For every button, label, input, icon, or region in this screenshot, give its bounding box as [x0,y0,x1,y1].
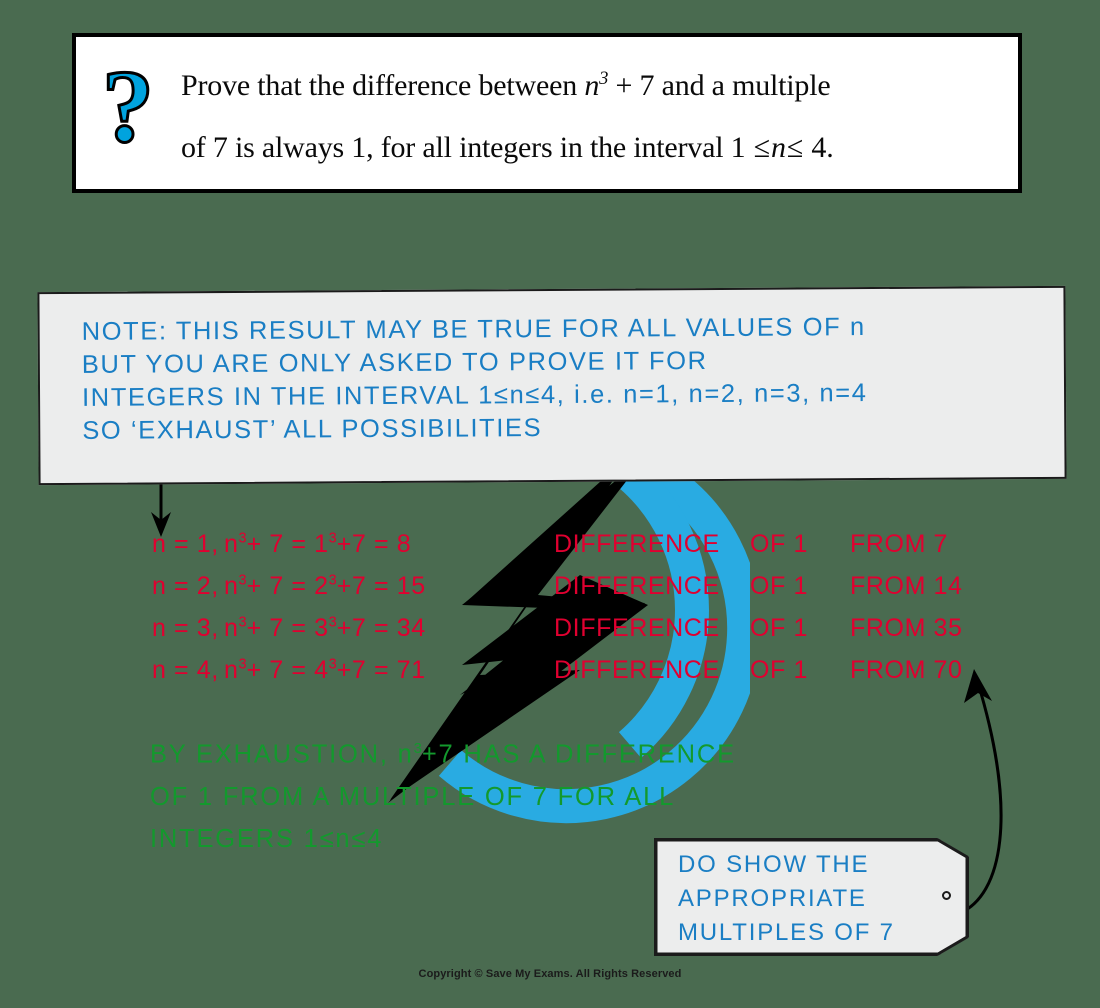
working-n-value: n = 4, [152,656,219,684]
working-of-value: OF 1 [750,572,808,600]
working-expression: n3+ 7 = 13+7 = 8 [224,530,554,559]
working-row: n = 3, n3+ 7 = 33+7 = 34 DIFFERENCE OF 1… [152,614,963,656]
note-line-4: SO ‘EXHAUST’ ALL POSSIBILITIES [82,414,543,445]
working-n-value: n = 2, [152,572,219,600]
conclusion-line-2: OF 1 FROM A MULTIPLE OF 7 FOR ALL [150,782,676,811]
expr-var: n [224,614,239,642]
working-row: n = 2, n3+ 7 = 23+7 = 15 DIFFERENCE OF 1… [152,572,963,614]
question-text: Prove that the difference between n3 + 7… [181,48,834,179]
question-line2-b: 4. [804,130,834,164]
working-of-value: OF 1 [750,614,808,642]
working-expression: n3+ 7 = 33+7 = 34 [224,614,554,643]
working-row: n = 4, n3+ 7 = 43+7 = 71 DIFFERENCE OF 1… [152,656,963,698]
conclusion-line1-a: BY EXHAUSTION, n [150,740,414,769]
working-difference-label: DIFFERENCE [554,656,720,684]
conclusion-line1-b: +7 HAS A DIFFERENCE [421,740,736,769]
expr-sup: 3 [238,572,247,589]
expr-sup2: 3 [328,530,337,547]
conclusion-text: BY EXHAUSTION, n3+7 HAS A DIFFERENCE OF … [150,728,736,860]
tag-line-1: DO SHOW THE [678,851,870,878]
tag-callout-box: DO SHOW THE APPROPRIATE MULTIPLES OF 7 [654,838,969,956]
expr-sup2: 3 [328,614,337,631]
expr-var: n [224,530,239,558]
expr-sup: 3 [238,530,247,547]
worked-example-page: ? Prove that the difference between n3 +… [0,0,1100,1008]
working-row: n = 1, n3+ 7 = 13+7 = 8 DIFFERENCE OF 1 … [152,530,963,572]
expr-end: +7 = 34 [336,614,426,642]
question-mark-icon: ? [101,48,164,169]
question-le-2: ≤ [786,130,804,164]
question-line1-b: + 7 and a multiple [608,68,831,102]
expr-end: +7 = 71 [336,656,426,684]
working-difference-label: DIFFERENCE [554,614,720,642]
question-le-1: ≤ [753,130,771,164]
tag-line-2: APPROPRIATE [678,885,867,912]
working-difference-label: DIFFERENCE [554,530,720,558]
expr-sup: 3 [238,656,247,673]
working-of-value: OF 1 [750,530,808,558]
question-line2-a: of 7 is always 1, for all integers in th… [181,130,753,164]
tag-text: DO SHOW THE APPROPRIATE MULTIPLES OF 7 [678,848,928,950]
svg-text:?: ? [102,59,154,164]
question-line1-sup: 3 [599,67,609,89]
expr-var: n [224,656,239,684]
working-expression: n3+ 7 = 23+7 = 15 [224,572,554,601]
working-n-value: n = 3, [152,614,219,642]
question-line1-a: Prove that the difference between [181,68,585,102]
question-box: ? Prove that the difference between n3 +… [72,33,1022,193]
working-n-value: n = 1, [152,530,219,558]
note-box: NOTE: THIS RESULT MAY BE TRUE FOR ALL VA… [37,285,1067,486]
tag-eyelet-icon [942,891,951,900]
working-of-value: OF 1 [750,656,808,684]
expr-mid: + 7 = 2 [246,572,329,600]
expr-mid: + 7 = 3 [246,614,329,642]
tag-line-3: MULTIPLES OF 7 [678,919,895,946]
expr-mid: + 7 = 4 [246,656,329,684]
conclusion-line-3: INTEGERS 1≤n≤4 [150,824,384,853]
expr-mid: + 7 = 1 [246,530,329,558]
expr-var: n [224,572,239,600]
working-difference-label: DIFFERENCE [554,572,720,600]
working-expression: n3+ 7 = 43+7 = 71 [224,656,554,685]
expr-sup2: 3 [328,572,337,589]
expr-end: +7 = 15 [336,572,426,600]
copyright-footer: Copyright © Save My Exams. All Rights Re… [418,968,682,980]
conclusion-line-1: BY EXHAUSTION, n3+7 HAS A DIFFERENCE [150,728,736,776]
question-line2-var: n [771,130,786,164]
expr-sup: 3 [238,614,247,631]
question-line1-var: n [584,68,600,102]
working-from-value: FROM 7 [850,530,949,558]
expr-end: +7 = 8 [336,530,412,558]
conclusion-line1-sup: 3 [413,741,422,757]
expr-sup2: 3 [328,656,337,673]
working-lines: n = 1, n3+ 7 = 13+7 = 8 DIFFERENCE OF 1 … [152,530,963,698]
working-from-value: FROM 14 [850,572,963,600]
working-from-value: FROM 35 [850,614,963,642]
